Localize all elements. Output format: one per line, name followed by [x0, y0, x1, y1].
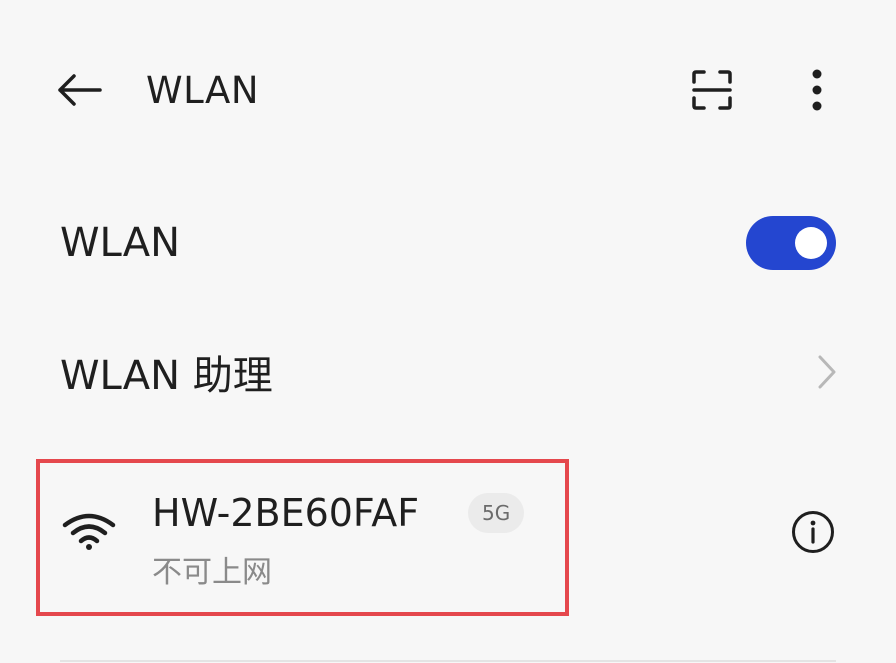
wlan-assistant-row[interactable]: WLAN 助理	[0, 327, 896, 417]
network-status: 不可上网	[152, 555, 272, 590]
scan-button[interactable]	[686, 64, 738, 116]
network-ssid: HW-2BE60FAF	[152, 491, 420, 535]
toggle-knob	[795, 227, 827, 259]
band-badge: 5G	[468, 493, 525, 533]
back-button[interactable]	[50, 66, 108, 114]
page-title: WLAN	[146, 68, 260, 112]
more-options-button[interactable]	[796, 64, 838, 116]
wlan-toggle-row[interactable]: WLAN	[0, 200, 896, 286]
divider	[60, 660, 836, 662]
arrow-left-icon	[58, 74, 102, 106]
more-vertical-icon	[812, 69, 822, 111]
wlan-assistant-label: WLAN 助理	[60, 353, 273, 399]
wlan-toggle-switch[interactable]	[746, 216, 836, 270]
network-info-button[interactable]	[790, 509, 836, 555]
scan-icon	[692, 70, 732, 110]
wifi-signal-icon	[62, 513, 116, 550]
chevron-right-icon	[812, 351, 842, 393]
info-icon	[792, 511, 834, 553]
network-item[interactable]: HW-2BE60FAF 5G 不可上网	[36, 459, 569, 616]
wlan-toggle-label: WLAN	[60, 220, 181, 266]
